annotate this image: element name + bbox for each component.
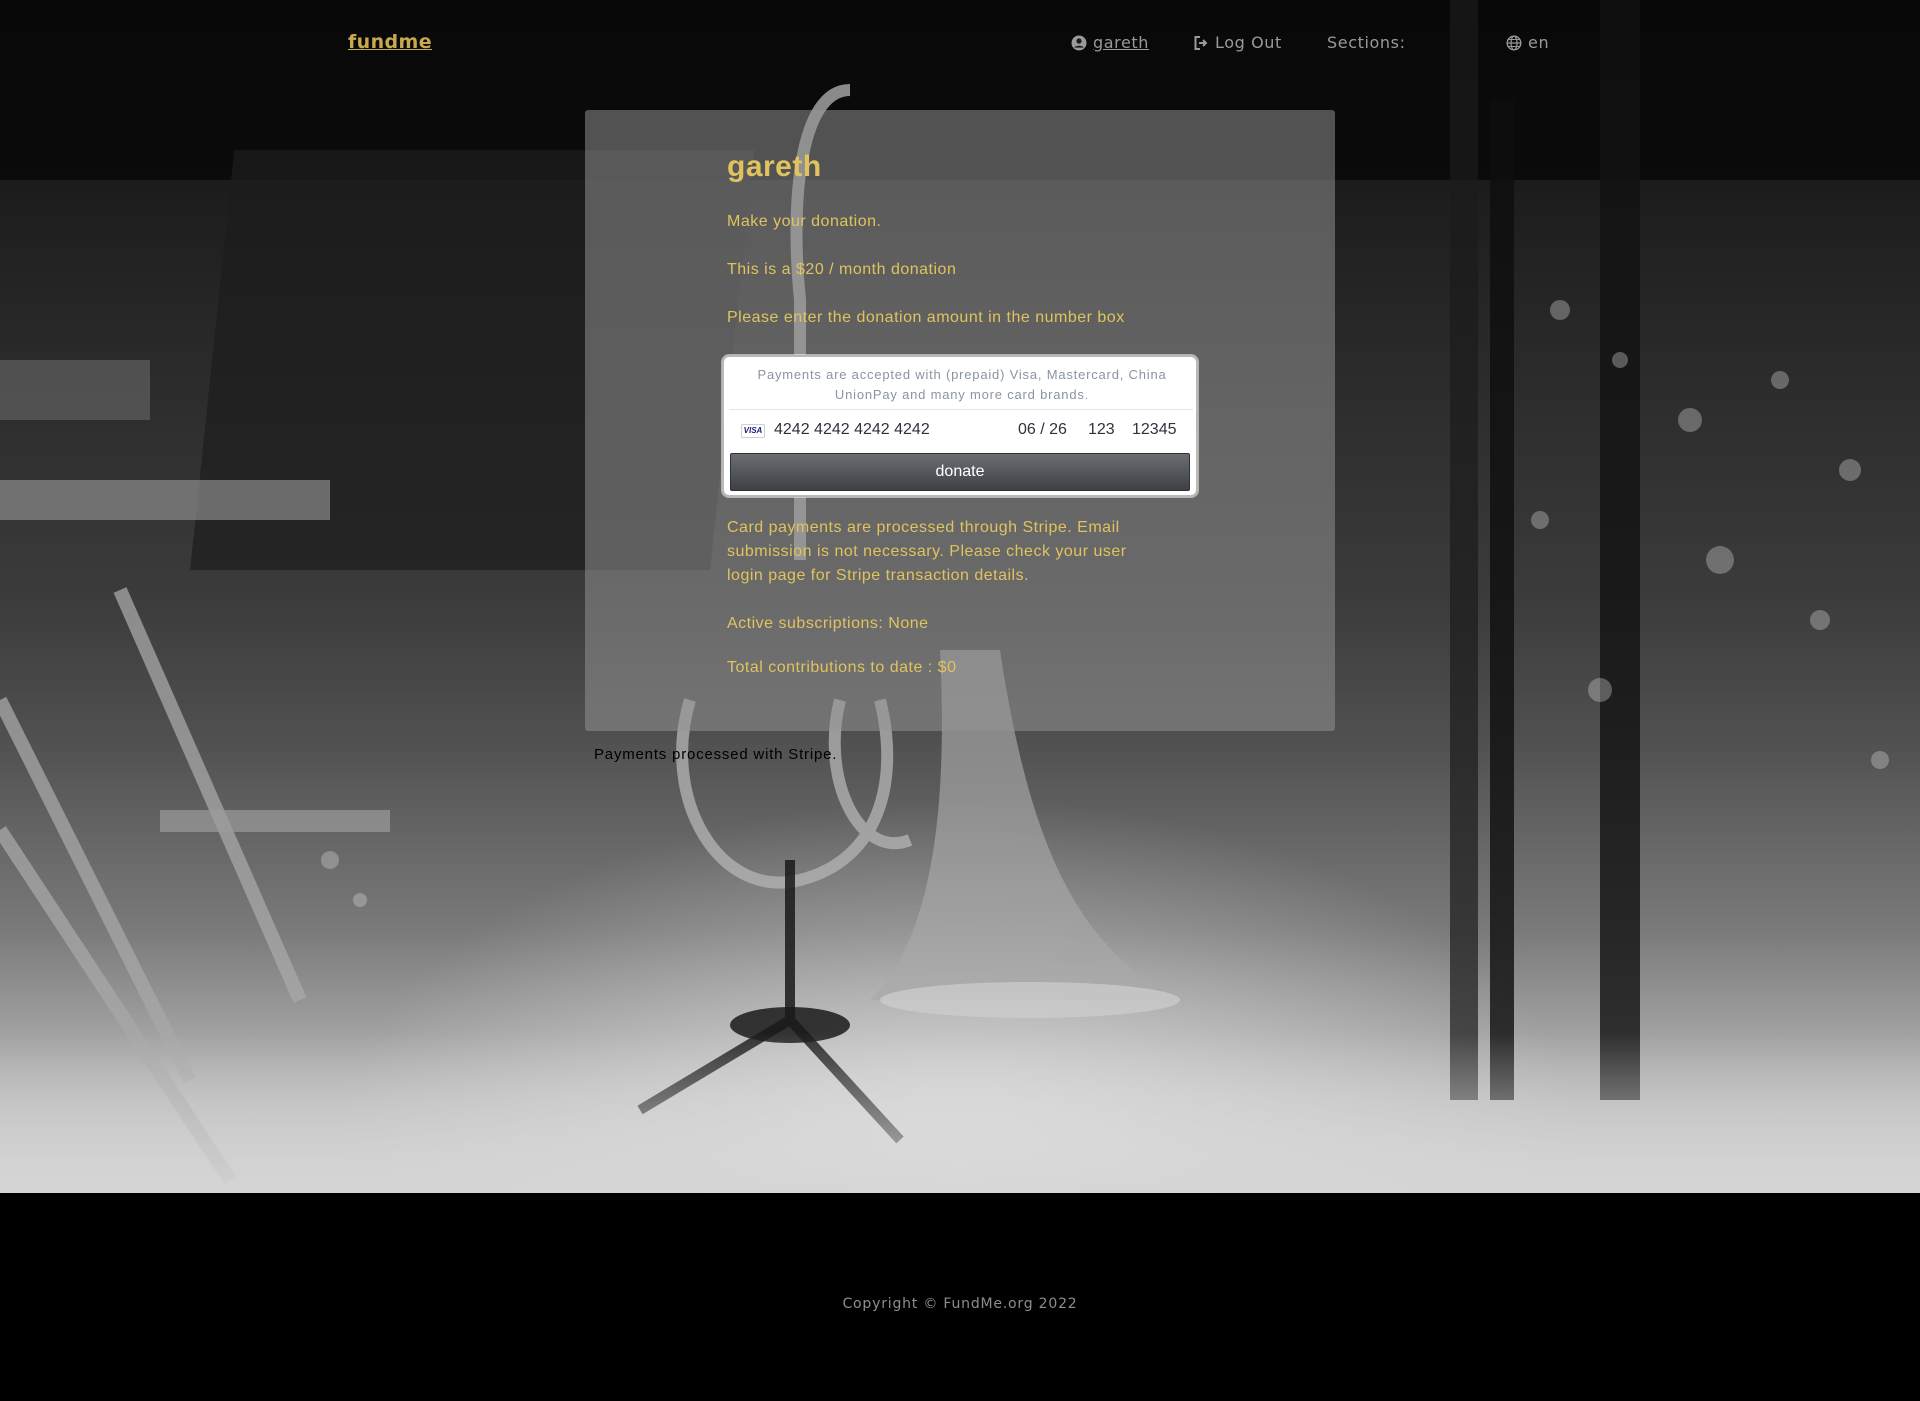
card-expiry-field[interactable]: 06 / 26 xyxy=(1018,421,1067,439)
stripe-processing-note: Payments processed with Stripe. xyxy=(594,746,838,763)
processing-note-text: Card payments are processed through Stri… xyxy=(727,519,1127,584)
user-circle-icon xyxy=(1071,35,1087,51)
brand-logo-link[interactable]: fundme xyxy=(348,31,432,53)
page-title: gareth xyxy=(727,150,822,183)
accepted-cards-note: Payments are accepted with (prepaid) Vis… xyxy=(757,367,1167,402)
sign-out-icon xyxy=(1193,35,1209,51)
card-number-field[interactable]: 4242 4242 4242 4242 xyxy=(774,421,930,439)
make-donation-text: Make your donation. xyxy=(727,213,882,230)
donate-button[interactable]: donate xyxy=(730,453,1190,491)
nav-language-selector[interactable]: en xyxy=(1506,33,1549,52)
donation-instruction-text: Please enter the donation amount in the … xyxy=(727,309,1125,326)
nav-sections-dropdown[interactable]: Sections: xyxy=(1327,33,1406,52)
top-navbar: fundme gareth Log Out Sections: en xyxy=(0,0,1920,86)
active-subscriptions-text: Active subscriptions: None xyxy=(727,615,929,632)
nav-logout-label: Log Out xyxy=(1215,33,1282,52)
visa-card-icon: VISA xyxy=(741,424,765,438)
total-contributions-text: Total contributions to date : $0 xyxy=(727,659,957,676)
nav-sections-label: Sections: xyxy=(1327,33,1406,52)
monthly-donation-text: This is a $20 / month donation xyxy=(727,261,957,278)
postal-code-field[interactable]: 12345 xyxy=(1132,421,1177,439)
footer: Copyright © FundMe.org 2022 xyxy=(0,1193,1920,1401)
nav-logout-link[interactable]: Log Out xyxy=(1193,33,1282,52)
copyright-text: Copyright © FundMe.org 2022 xyxy=(842,1296,1078,1312)
card-input-row[interactable]: VISA 4242 4242 4242 4242 06 / 26 123 123… xyxy=(729,409,1193,449)
card-cvc-field[interactable]: 123 xyxy=(1088,421,1115,439)
nav-user-label: gareth xyxy=(1093,33,1150,52)
nav-user-link[interactable]: gareth xyxy=(1071,33,1149,52)
payment-form: Payments are accepted with (prepaid) Vis… xyxy=(722,355,1198,497)
nav-language-label: en xyxy=(1528,33,1550,52)
globe-icon xyxy=(1506,34,1522,51)
